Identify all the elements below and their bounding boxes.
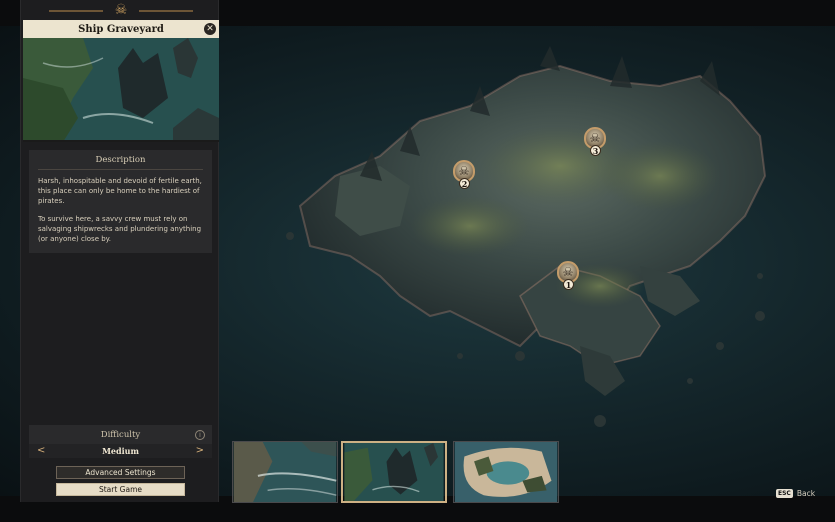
start-game-button[interactable]: Start Game [56, 483, 185, 496]
description-text: Harsh, inhospitable and devoid of fertil… [38, 176, 203, 244]
difficulty-row: < Medium > [29, 444, 212, 458]
skull-crest-icon: ☠ [114, 2, 128, 18]
close-button[interactable]: ✕ [204, 23, 216, 35]
description-box: Description Harsh, inhospitable and devo… [29, 150, 212, 253]
map-title: Ship Graveyard [78, 23, 164, 35]
map-marker-2[interactable]: ☠ 2 [453, 160, 475, 190]
description-paragraph: To survive here, a savvy crew must rely … [38, 215, 202, 243]
crest-ornament-right [139, 10, 193, 12]
difficulty-next-arrow[interactable]: > [196, 445, 204, 456]
map-title-bar: Ship Graveyard ✕ [23, 20, 219, 38]
map-thumbnail-1[interactable] [232, 441, 338, 503]
map-marker-3[interactable]: ☠ 3 [584, 127, 606, 157]
map-preview-image [23, 38, 219, 142]
info-icon[interactable]: i [195, 430, 205, 440]
marker-number: 3 [590, 145, 601, 156]
back-label: Back [796, 489, 816, 498]
crest-ornament-left [49, 10, 103, 12]
difficulty-value: Medium [102, 446, 139, 456]
map-info-panel: ☠ Ship Graveyard ✕ Description Harsh, in… [20, 0, 219, 502]
back-hint[interactable]: ESC Back [776, 488, 815, 499]
map-marker-1[interactable]: ☠ 1 [557, 261, 579, 291]
description-heading: Description [38, 155, 203, 170]
difficulty-selector: Difficulty i < Medium > [29, 425, 212, 458]
esc-key-icon: ESC [776, 489, 793, 498]
advanced-settings-button[interactable]: Advanced Settings [56, 466, 185, 479]
map-thumbnail-2-selected[interactable] [341, 441, 447, 503]
marker-number: 2 [459, 178, 470, 189]
map-thumbnail-3[interactable] [453, 441, 559, 503]
description-paragraph: Harsh, inhospitable and devoid of fertil… [38, 177, 202, 205]
difficulty-label: Difficulty [100, 430, 141, 440]
marker-number: 1 [563, 279, 574, 290]
